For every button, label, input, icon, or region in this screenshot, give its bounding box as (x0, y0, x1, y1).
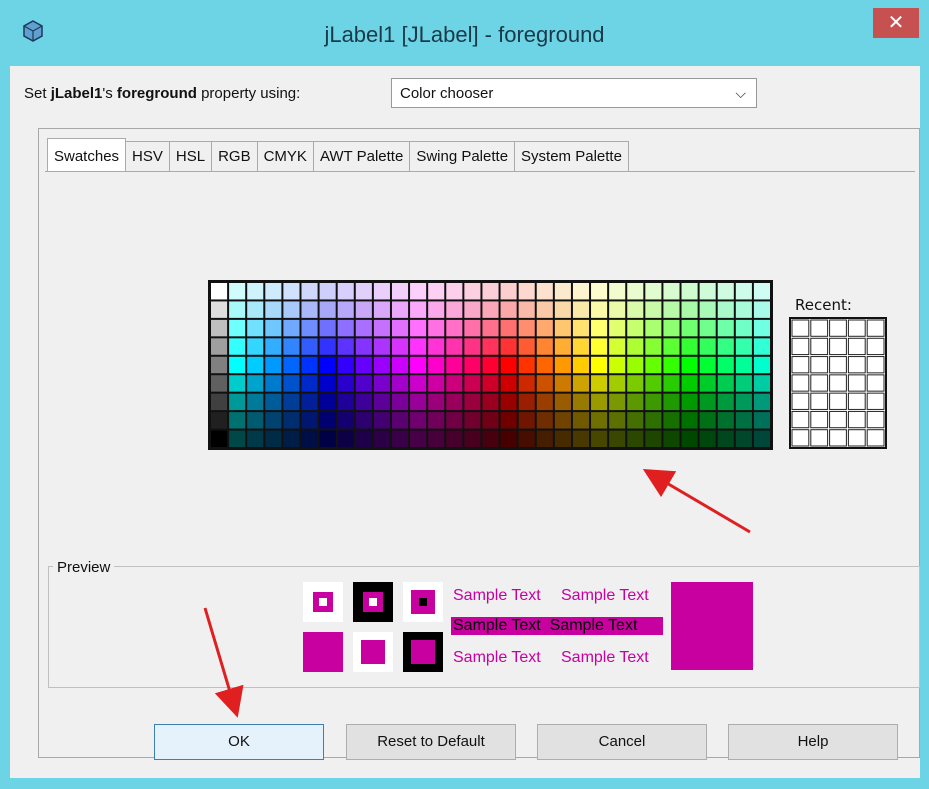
arrow-to-ok (203, 607, 244, 718)
annotation-arrows (203, 468, 751, 718)
arrow-to-swatches (642, 468, 751, 534)
dialog-window: jLabel1 [JLabel] - foreground ✕ Set jLab… (0, 0, 929, 789)
